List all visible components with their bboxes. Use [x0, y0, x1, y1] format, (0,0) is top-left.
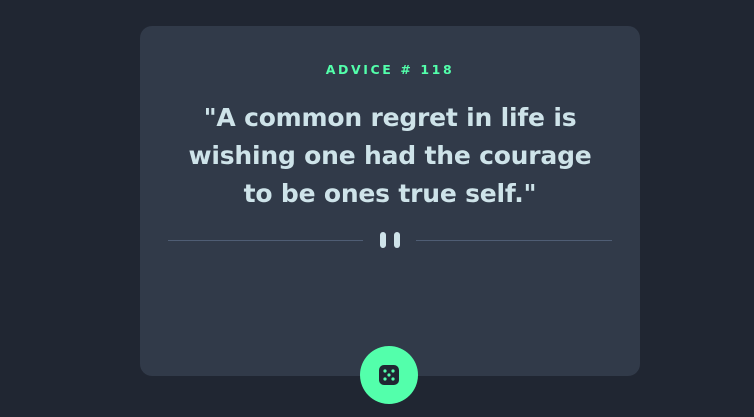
- pause-bar-left: [380, 232, 386, 248]
- divider-line-right: [416, 239, 612, 241]
- divider-line-left: [168, 239, 363, 241]
- pause-bar-right: [394, 232, 400, 248]
- advice-card: ADVICE # 118 "A common regret in life is…: [140, 26, 640, 376]
- advice-quote: "A common regret in life is wishing one …: [188, 103, 592, 208]
- pause-icon: [380, 232, 400, 248]
- page: ADVICE # 118 "A common regret in life is…: [0, 0, 754, 417]
- dice-icon: [379, 365, 399, 385]
- advice-number: ADVICE # 118: [325, 62, 455, 77]
- generate-advice-button[interactable]: [360, 346, 418, 404]
- divider: [168, 230, 612, 250]
